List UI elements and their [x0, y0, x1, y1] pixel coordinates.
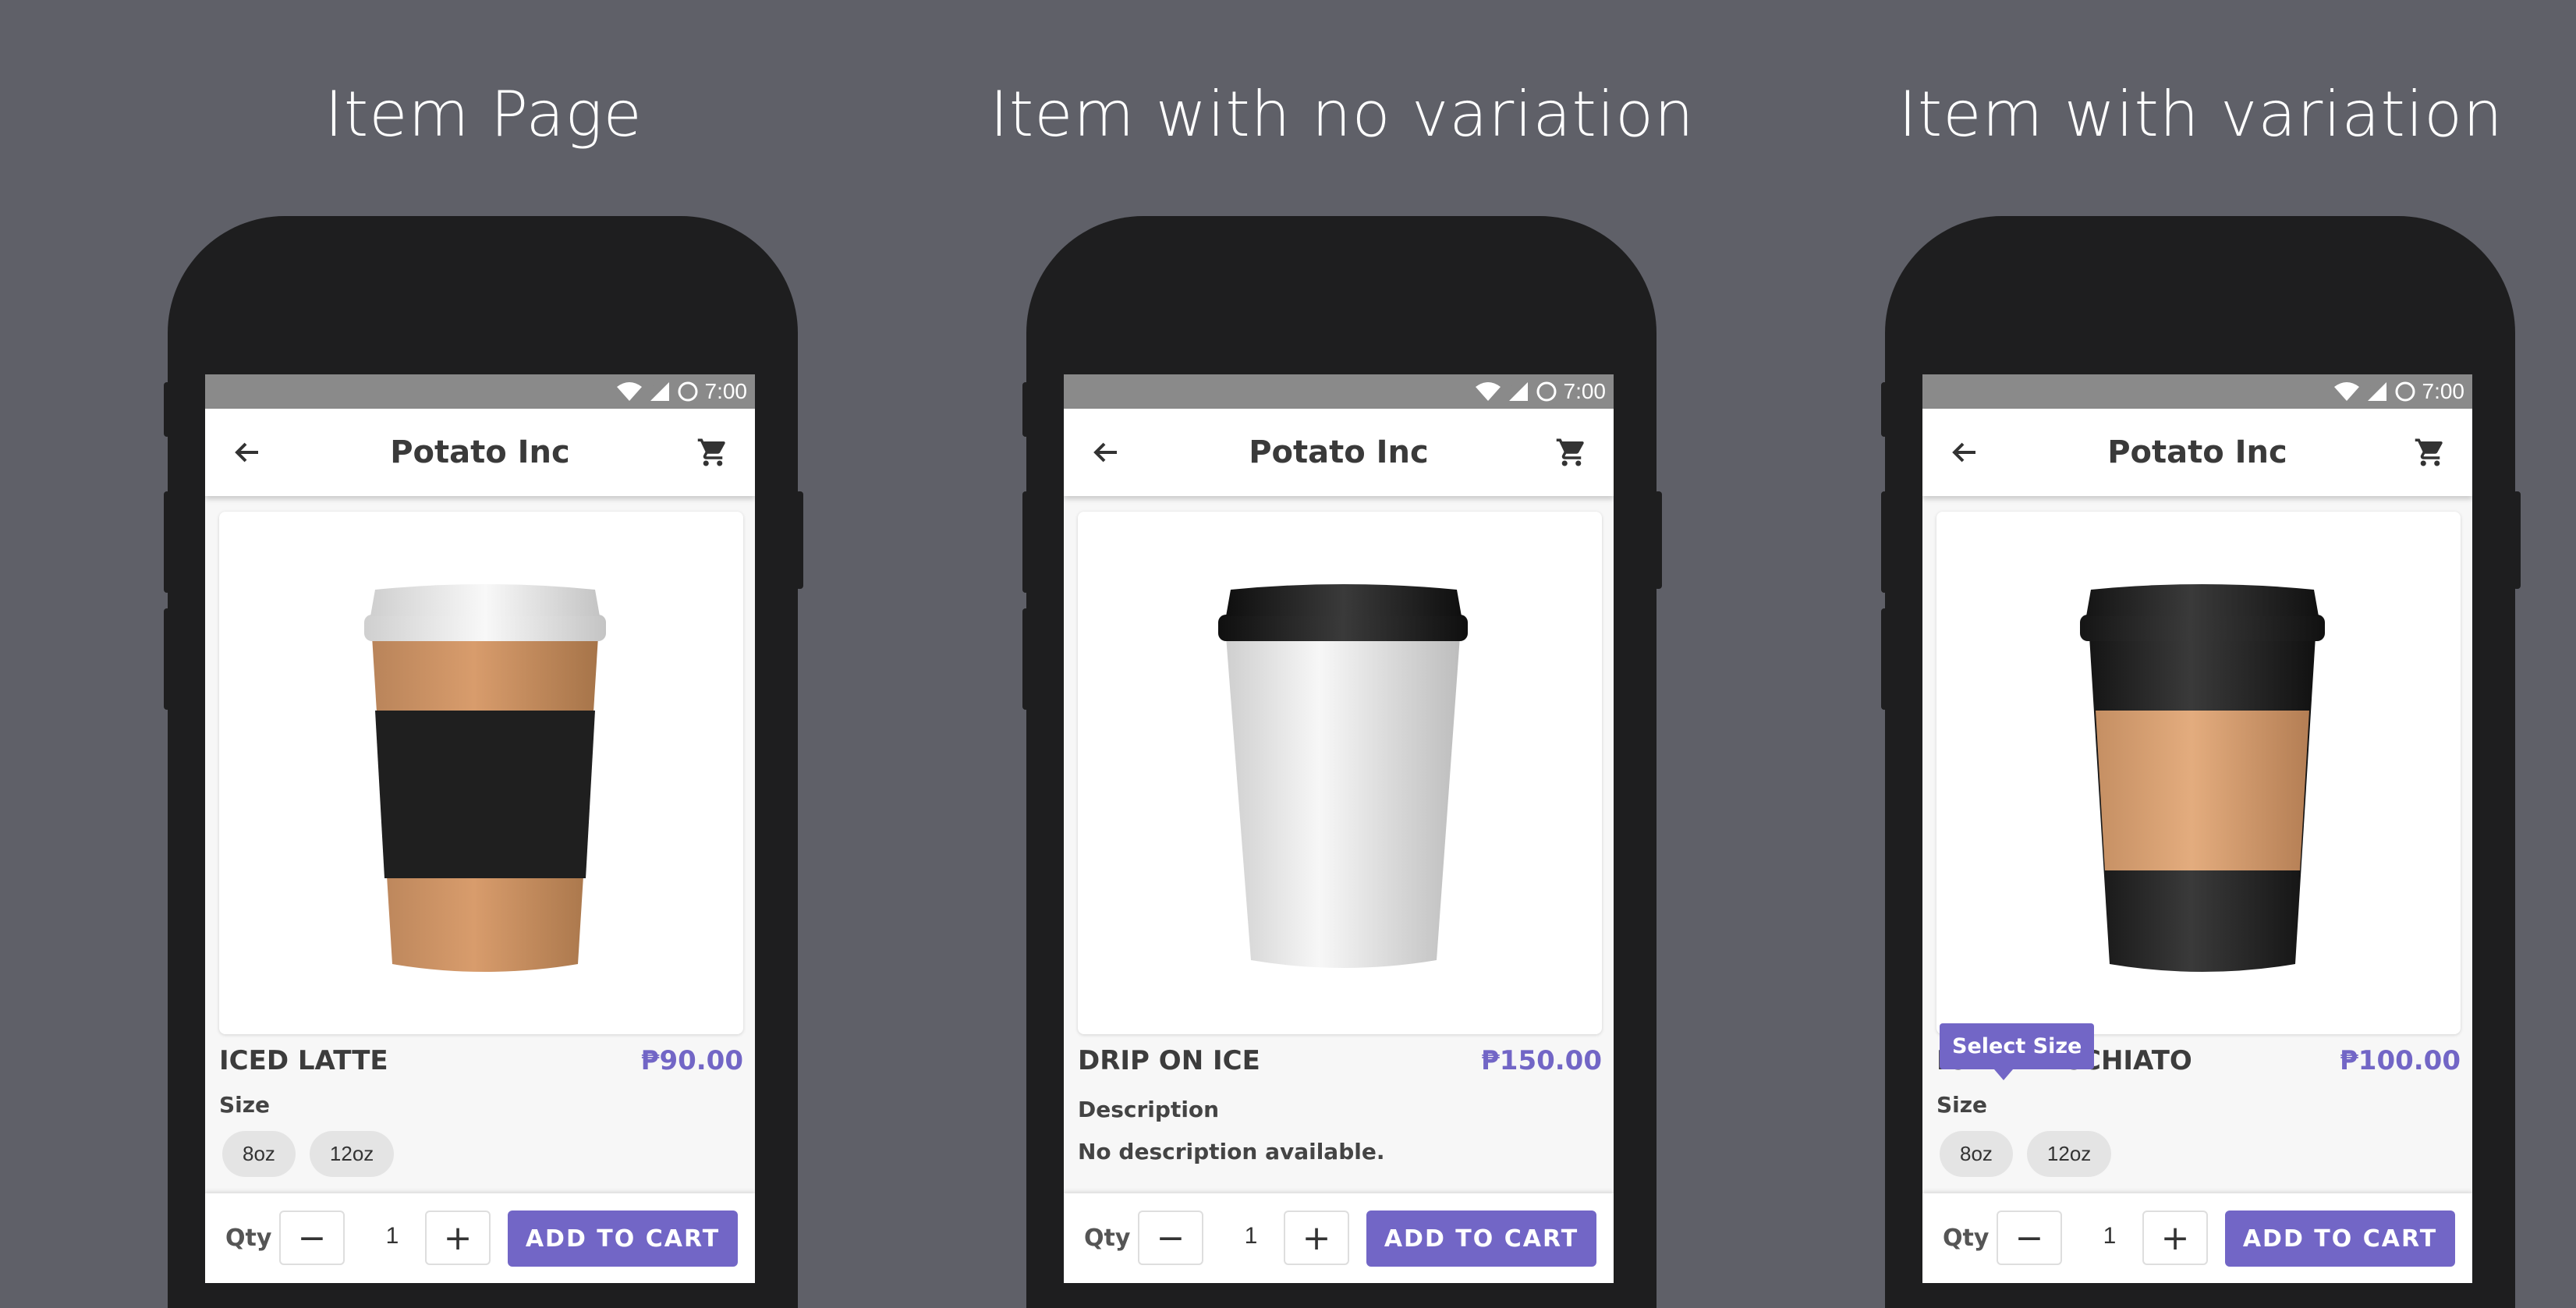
- panel-heading: Item with variation: [1898, 78, 2503, 151]
- phone-screen: 7:00 Potato Inc Select Size MACCHIATO ₱1…: [1922, 374, 2472, 1283]
- phone-side-button: [1881, 608, 1887, 710]
- increment-button[interactable]: +: [2142, 1211, 2208, 1265]
- panel-item-page: Item Page 7:00 Potato Inc ICED LATTE ₱90…: [0, 0, 859, 1308]
- panel-heading: Item Page: [324, 78, 643, 151]
- cart-icon: [1556, 438, 1584, 466]
- panel-no-variation: Item with no variation 7:00 Potato Inc D…: [859, 0, 1717, 1308]
- status-bar: 7:00: [1922, 374, 2472, 409]
- arrow-left-icon: [1952, 442, 1975, 463]
- status-time: 7:00: [704, 379, 748, 403]
- item-title-row: ICED LATTE ₱90.00: [219, 1045, 743, 1076]
- wifi-icon: [616, 382, 642, 401]
- battery-circle-icon: [2395, 381, 2415, 402]
- signal-icon: [2367, 382, 2386, 401]
- phone-side-button: [1022, 491, 1029, 593]
- back-button[interactable]: [229, 434, 266, 471]
- add-to-cart-button[interactable]: ADD TO CART: [508, 1211, 738, 1267]
- phone-side-button: [164, 608, 170, 710]
- bottom-bar: Qty − 1 + ADD TO CART: [205, 1193, 755, 1283]
- signal-icon: [1508, 382, 1528, 401]
- panel-heading: Item with no variation: [990, 78, 1695, 151]
- phone-side-button: [164, 382, 170, 437]
- size-chip-12oz[interactable]: 12oz: [309, 1131, 395, 1177]
- decrement-button[interactable]: −: [1138, 1211, 1203, 1265]
- phone-side-button: [1022, 608, 1029, 710]
- battery-circle-icon: [678, 381, 697, 402]
- status-time: 7:00: [2422, 379, 2465, 403]
- item-name: DRIP ON ICE: [1078, 1045, 1260, 1076]
- macchiato-cup-icon: [2080, 584, 2325, 972]
- qty-value: 1: [2103, 1223, 2117, 1249]
- decrement-button[interactable]: −: [279, 1211, 345, 1265]
- app-bar: Potato Inc: [1064, 409, 1614, 496]
- cart-icon: [697, 438, 725, 466]
- bottom-bar: Qty − 1 + ADD TO CART: [1064, 1193, 1614, 1283]
- app-bar: Potato Inc: [1922, 409, 2472, 496]
- status-bar: 7:00: [1064, 374, 1614, 409]
- bottom-bar: Qty − 1 + ADD TO CART: [1922, 1193, 2472, 1283]
- app-title: Potato Inc: [390, 434, 570, 470]
- wifi-icon: [1475, 382, 1501, 401]
- product-image: [219, 512, 743, 1034]
- phone-side-button: [1022, 382, 1029, 437]
- size-options: 8oz 12oz: [222, 1131, 395, 1177]
- phone-side-button: [164, 491, 170, 593]
- size-label: Size: [1936, 1092, 1988, 1118]
- size-label: Size: [219, 1092, 271, 1118]
- app-bar: Potato Inc: [205, 409, 755, 496]
- product-image: [1936, 512, 2461, 1034]
- qty-label: Qty: [1943, 1225, 1990, 1252]
- arrow-left-icon: [1093, 442, 1117, 463]
- description-label: Description: [1078, 1097, 1220, 1122]
- description-text: No description available.: [1078, 1139, 1385, 1164]
- arrow-left-icon: [235, 442, 258, 463]
- qty-label: Qty: [225, 1225, 272, 1252]
- battery-circle-icon: [1536, 381, 1556, 402]
- product-image: [1078, 512, 1602, 1034]
- add-to-cart-button[interactable]: ADD TO CART: [2225, 1211, 2455, 1267]
- size-chip-12oz[interactable]: 12oz: [2026, 1131, 2112, 1177]
- status-bar: 7:00: [205, 374, 755, 409]
- iced-latte-cup-icon: [364, 584, 606, 972]
- back-button[interactable]: [1087, 434, 1125, 471]
- qty-value: 1: [1244, 1223, 1258, 1249]
- size-options: 8oz 12oz: [1940, 1131, 2112, 1177]
- item-name: ICED LATTE: [219, 1045, 388, 1076]
- size-chip-8oz[interactable]: 8oz: [1940, 1131, 2013, 1177]
- qty-value: 1: [385, 1223, 399, 1249]
- drip-cup-icon: [1218, 584, 1468, 968]
- cart-button[interactable]: [1553, 434, 1590, 471]
- add-to-cart-button[interactable]: ADD TO CART: [1366, 1211, 1596, 1267]
- phone-power-button: [1654, 491, 1662, 589]
- increment-button[interactable]: +: [425, 1211, 491, 1265]
- select-size-tooltip: Select Size: [1940, 1023, 2095, 1080]
- app-title: Potato Inc: [1249, 434, 1429, 470]
- item-price: ₱150.00: [1481, 1045, 1602, 1076]
- phone-power-button: [2513, 491, 2521, 589]
- cart-button[interactable]: [2411, 434, 2449, 471]
- increment-button[interactable]: +: [1284, 1211, 1349, 1265]
- item-price: ₱100.00: [2340, 1045, 2461, 1076]
- item-title-row: DRIP ON ICE ₱150.00: [1078, 1045, 1602, 1076]
- panel-with-variation: Item with variation 7:00 Potato Inc Sele…: [1717, 0, 2576, 1308]
- decrement-button[interactable]: −: [1997, 1211, 2062, 1265]
- wifi-icon: [2333, 382, 2359, 401]
- phone-power-button: [795, 491, 803, 589]
- qty-label: Qty: [1084, 1225, 1131, 1252]
- back-button[interactable]: [1946, 434, 1983, 471]
- signal-icon: [650, 382, 669, 401]
- item-price: ₱90.00: [640, 1045, 743, 1076]
- status-time: 7:00: [1563, 379, 1607, 403]
- cart-button[interactable]: [694, 434, 732, 471]
- phone-side-button: [1881, 382, 1887, 437]
- app-title: Potato Inc: [2107, 434, 2287, 470]
- cart-icon: [2415, 438, 2443, 466]
- phone-screen: 7:00 Potato Inc ICED LATTE ₱90.00 Size 8…: [205, 374, 755, 1283]
- size-chip-8oz[interactable]: 8oz: [222, 1131, 296, 1177]
- phone-screen: 7:00 Potato Inc DRIP ON ICE ₱150.00 Desc…: [1064, 374, 1614, 1283]
- phone-side-button: [1881, 491, 1887, 593]
